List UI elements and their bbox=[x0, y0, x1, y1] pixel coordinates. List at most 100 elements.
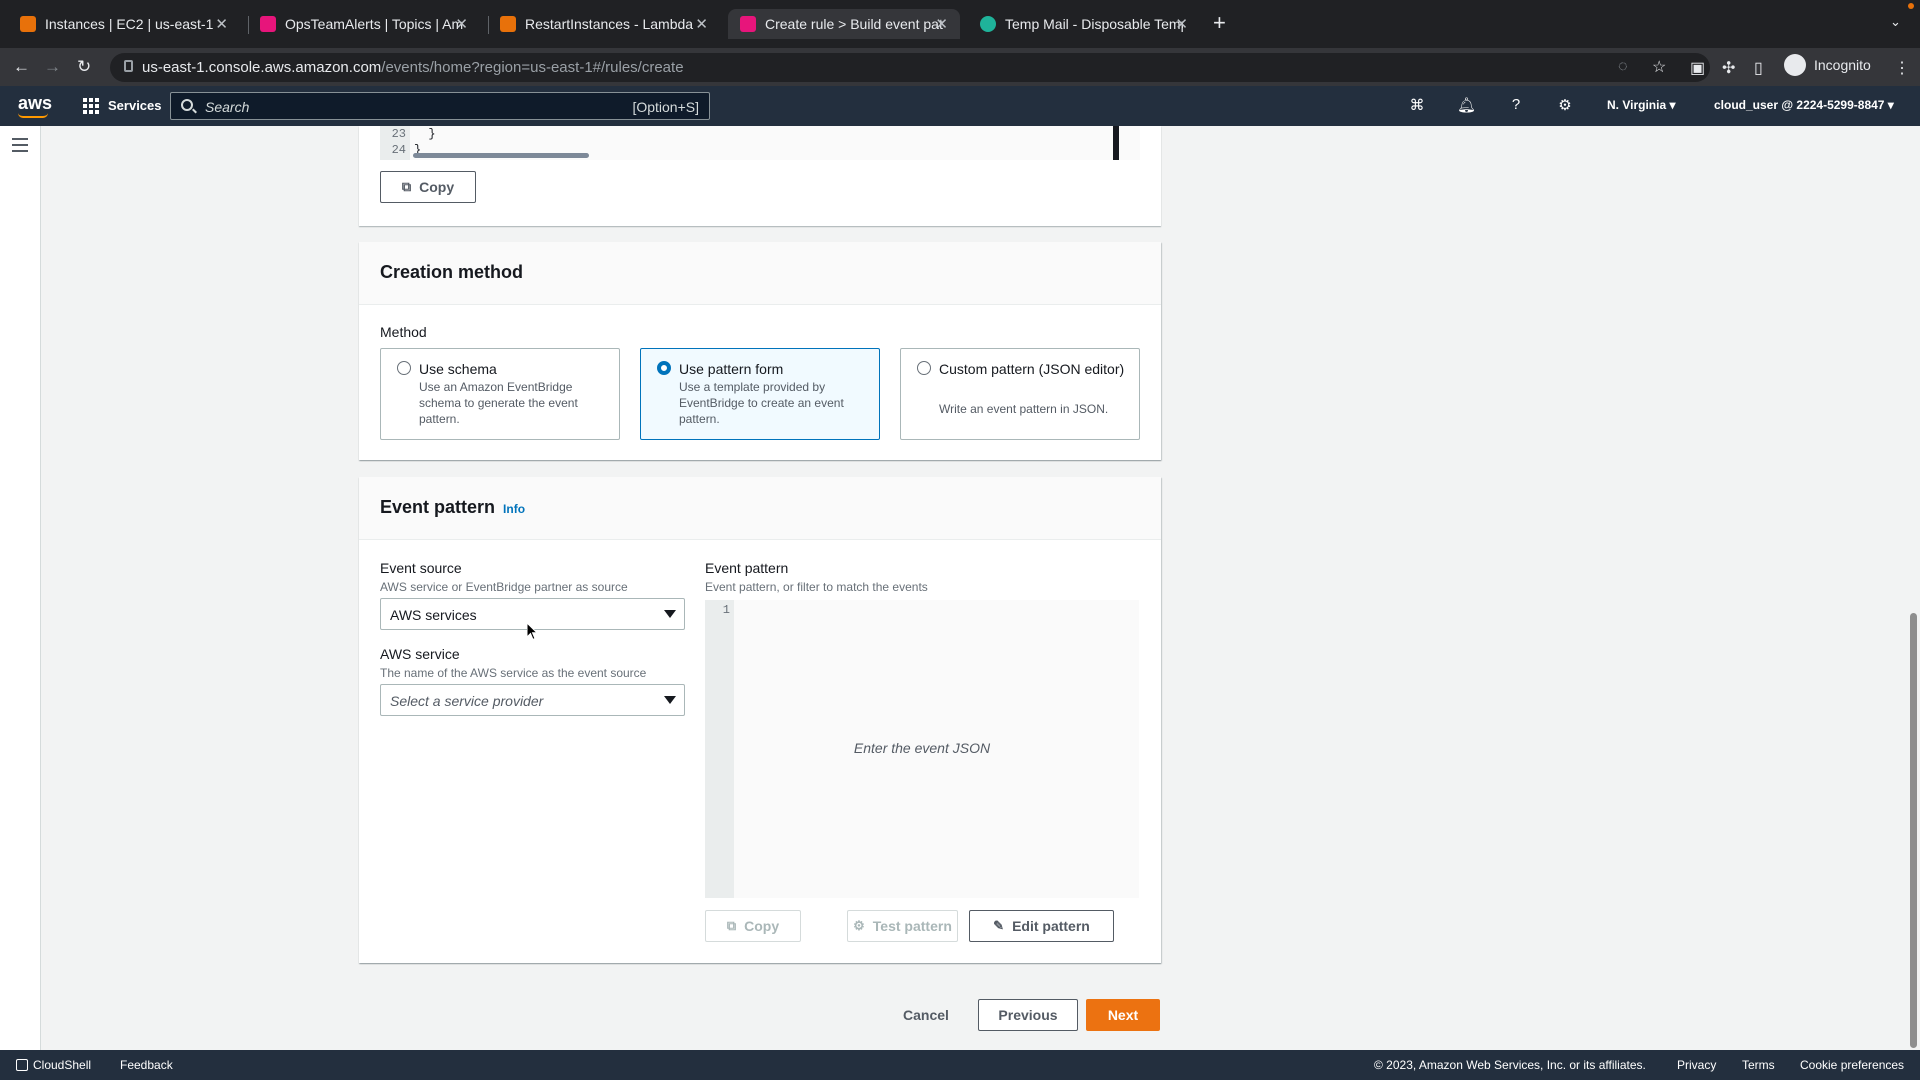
event-source-label: Event source bbox=[380, 560, 462, 576]
cloudshell-icon[interactable]: ⌘ bbox=[1408, 96, 1426, 114]
caret-down-icon bbox=[664, 696, 676, 704]
mouse-cursor-icon bbox=[527, 623, 539, 641]
region-selector[interactable]: N. Virginia ▾ bbox=[1607, 98, 1676, 112]
tile-title: Use schema bbox=[419, 361, 497, 377]
radio-pattern-form[interactable] bbox=[657, 361, 671, 375]
privacy-link[interactable]: Privacy bbox=[1677, 1058, 1716, 1072]
account-menu[interactable]: cloud_user @ 2224-5299-8847 ▾ bbox=[1714, 98, 1894, 112]
horizontal-scrollbar[interactable] bbox=[413, 153, 589, 158]
tab-title: Temp Mail - Disposable Temporary Email bbox=[1005, 16, 1183, 32]
search-placeholder: Search bbox=[205, 99, 250, 115]
star-icon[interactable]: ☆ bbox=[1652, 57, 1666, 77]
aws-service-label: AWS service bbox=[380, 646, 460, 662]
copy-sample-button[interactable]: ⧉ Copy bbox=[380, 171, 476, 203]
forward-icon[interactable]: → bbox=[44, 57, 61, 77]
vertical-scrollbar[interactable] bbox=[1113, 126, 1119, 160]
terminal-icon bbox=[16, 1059, 28, 1071]
cloudshell-link[interactable]: CloudShell bbox=[16, 1058, 91, 1072]
search-icon bbox=[181, 99, 193, 111]
radio-custom-pattern[interactable] bbox=[917, 361, 931, 375]
browser-tab[interactable]: OpsTeamAlerts | Topics | Amazon SNS ✕ bbox=[248, 9, 480, 39]
copy-pattern-button[interactable]: ⧉ Copy bbox=[705, 910, 801, 942]
hamburger-icon[interactable] bbox=[12, 138, 28, 156]
aws-logo[interactable]: aws bbox=[18, 93, 52, 114]
close-icon[interactable]: ✕ bbox=[1175, 15, 1188, 33]
tab-title: Create rule > Build event pattern bbox=[765, 16, 943, 32]
browser-toolbar: ← → ↻ us-east-1.console.aws.amazon.com/e… bbox=[0, 48, 1920, 86]
info-link[interactable]: Info bbox=[503, 502, 525, 516]
aws-console-header: aws Services Search [Option+S] ⌘ 🔔︎ ? ⚙ … bbox=[0, 86, 1920, 126]
browser-tab-active[interactable]: Create rule > Build event pattern ✕ bbox=[728, 9, 960, 39]
services-menu[interactable]: Services bbox=[108, 98, 162, 113]
console-footer: CloudShell Feedback © 2023, Amazon Web S… bbox=[0, 1050, 1920, 1080]
caret-down-icon bbox=[664, 610, 676, 618]
select-placeholder: Select a service provider bbox=[390, 693, 544, 709]
gear-icon[interactable]: ⚙ bbox=[1556, 96, 1574, 114]
close-icon[interactable]: ✕ bbox=[455, 15, 468, 33]
panel-title: Creation method bbox=[380, 262, 524, 282]
url-text: us-east-1.console.aws.amazon.com/events/… bbox=[142, 59, 684, 76]
panel-header: Creation method bbox=[359, 242, 1161, 305]
panel-header: Event pattern Info bbox=[359, 477, 1161, 540]
radio-use-schema[interactable] bbox=[397, 361, 411, 375]
sidepanel-icon[interactable]: ▯ bbox=[1754, 58, 1763, 78]
method-tile-custom-pattern[interactable]: Custom pattern (JSON editor) Write an ev… bbox=[900, 348, 1140, 440]
reload-icon[interactable]: ↻ bbox=[77, 57, 91, 77]
browser-tab[interactable]: RestartInstances - Lambda ✕ bbox=[488, 9, 720, 39]
chevron-down-icon[interactable]: ⌄ bbox=[1890, 14, 1901, 30]
menu-icon[interactable]: ⋮ bbox=[1894, 58, 1910, 78]
profile-button[interactable]: Incognito bbox=[1784, 54, 1871, 76]
event-pattern-label: Event pattern bbox=[705, 560, 789, 576]
page-scrollbar[interactable] bbox=[1910, 613, 1917, 1048]
browser-tab-strip: Instances | EC2 | us-east-1 ✕ OpsTeamAle… bbox=[0, 0, 1920, 48]
puzzle-icon[interactable]: ✣ bbox=[1722, 58, 1735, 78]
method-tile-pattern-form[interactable]: Use pattern form Use a template provided… bbox=[640, 348, 880, 440]
address-bar[interactable]: us-east-1.console.aws.amazon.com/events/… bbox=[110, 53, 1710, 82]
sample-event-panel: 23 24 }} ⧉ Copy bbox=[359, 126, 1161, 226]
next-button[interactable]: Next bbox=[1086, 999, 1160, 1031]
terms-link[interactable]: Terms bbox=[1742, 1058, 1775, 1072]
tab-title: RestartInstances - Lambda bbox=[525, 16, 694, 32]
eventbridge-icon bbox=[740, 16, 756, 32]
side-navigation bbox=[0, 126, 41, 1050]
tab-title: Instances | EC2 | us-east-1 bbox=[45, 16, 214, 32]
method-label: Method bbox=[380, 324, 427, 340]
method-tile-use-schema[interactable]: Use schema Use an Amazon EventBridge sch… bbox=[380, 348, 620, 440]
cancel-button[interactable]: Cancel bbox=[893, 999, 959, 1031]
aws-service-select[interactable]: Select a service provider bbox=[380, 684, 685, 716]
incognito-icon bbox=[1784, 54, 1806, 76]
help-icon[interactable]: ? bbox=[1507, 96, 1525, 114]
previous-button[interactable]: Previous bbox=[978, 999, 1078, 1031]
eye-off-icon[interactable]: ◌ bbox=[1618, 58, 1628, 76]
close-icon[interactable]: ✕ bbox=[935, 15, 948, 33]
cookie-preferences-link[interactable]: Cookie preferences bbox=[1800, 1058, 1904, 1072]
services-grid-icon[interactable] bbox=[83, 98, 99, 114]
new-tab-icon[interactable]: + bbox=[1213, 10, 1226, 36]
browser-tab[interactable]: Instances | EC2 | us-east-1 ✕ bbox=[8, 9, 240, 39]
event-pattern-editor[interactable]: 1 Enter the event JSON bbox=[705, 600, 1139, 898]
copy-icon: ⧉ bbox=[401, 179, 412, 194]
tempmail-icon bbox=[980, 16, 996, 32]
back-icon[interactable]: ← bbox=[13, 57, 30, 77]
browser-tab[interactable]: Temp Mail - Disposable Temporary Email ✕ bbox=[968, 9, 1200, 39]
close-icon[interactable]: ✕ bbox=[695, 15, 708, 33]
aws-service-description: The name of the AWS service as the event… bbox=[380, 666, 647, 680]
feedback-link[interactable]: Feedback bbox=[120, 1058, 173, 1072]
bell-icon[interactable]: 🔔︎ bbox=[1457, 96, 1476, 114]
code-editor[interactable]: 23 24 }} bbox=[380, 126, 1140, 160]
aws-smile-logo bbox=[18, 113, 48, 118]
select-value: AWS services bbox=[390, 607, 477, 623]
profile-label: Incognito bbox=[1814, 57, 1871, 73]
tile-title: Custom pattern (JSON editor) bbox=[939, 361, 1125, 377]
close-icon[interactable]: ✕ bbox=[215, 15, 228, 33]
copyright-text: © 2023, Amazon Web Services, Inc. or its… bbox=[1374, 1058, 1646, 1072]
gear-icon: ⚙ bbox=[853, 918, 865, 933]
edit-pattern-button[interactable]: ✎ Edit pattern bbox=[969, 910, 1114, 942]
extension-icon[interactable]: ▣ bbox=[1690, 58, 1705, 78]
lock-icon bbox=[124, 60, 133, 72]
tile-description: Write an event pattern in JSON. bbox=[939, 402, 1109, 416]
sns-icon bbox=[260, 16, 276, 32]
test-pattern-button[interactable]: ⚙ Test pattern bbox=[847, 910, 958, 942]
search-input[interactable]: Search [Option+S] bbox=[170, 92, 710, 120]
notification-dot bbox=[1908, 3, 1914, 9]
